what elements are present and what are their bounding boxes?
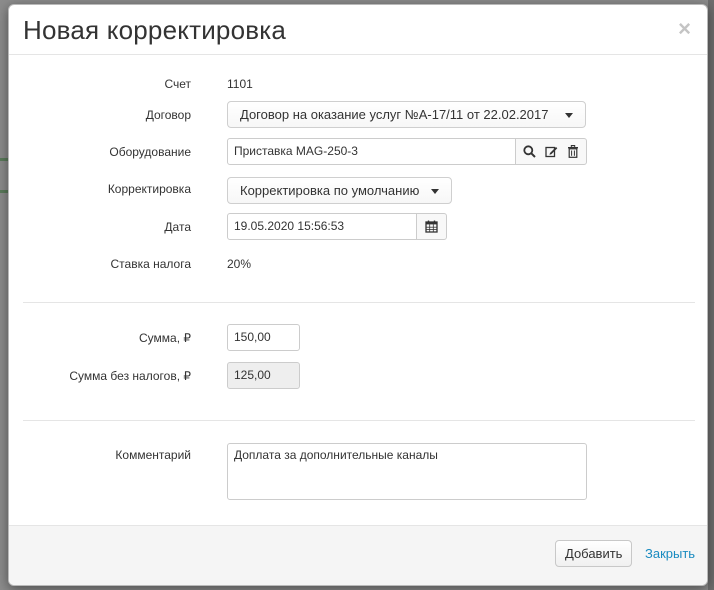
correction-label: Корректировка <box>107 182 191 196</box>
equipment-label: Оборудование <box>109 145 191 159</box>
background-scrollbar <box>708 0 714 590</box>
section-divider <box>23 302 695 303</box>
amount-field[interactable]: 150,00 <box>227 324 300 351</box>
equipment-field[interactable]: Приставка MAG-250-3 <box>227 138 516 165</box>
equipment-field-value: Приставка MAG-250-3 <box>234 144 358 158</box>
comment-label: Комментарий <box>115 448 191 462</box>
add-button[interactable]: Добавить <box>555 540 633 567</box>
dialog-footer: Добавить Закрыть <box>9 525 707 585</box>
date-field[interactable]: 19.05.2020 15:56:53 <box>227 213 417 240</box>
edit-icon[interactable] <box>545 145 558 158</box>
caret-down-icon <box>565 113 573 118</box>
amount-no-tax-label: Сумма без налогов, ₽ <box>69 369 191 383</box>
contract-select-value: Договор на оказание услуг №А-17/11 от 22… <box>240 107 549 122</box>
new-correction-dialog: Новая корректировка × Счет 1101 Договор … <box>8 4 708 586</box>
contract-select[interactable]: Договор на оказание услуг №А-17/11 от 22… <box>227 101 586 128</box>
contract-label: Договор <box>145 108 191 122</box>
close-link[interactable]: Закрыть <box>645 546 695 561</box>
dialog-title: Новая корректировка <box>23 15 287 45</box>
dialog-header: Новая корректировка × <box>9 5 707 55</box>
caret-down-icon <box>431 189 439 194</box>
correction-select[interactable]: Корректировка по умолчанию <box>227 177 452 204</box>
amount-label: Сумма, ₽ <box>138 331 191 345</box>
amount-no-tax-field: 125,00 <box>227 362 300 389</box>
background-accent-mark <box>0 158 8 161</box>
equipment-actions <box>515 138 587 165</box>
section-divider <box>23 420 695 421</box>
trash-icon[interactable] <box>567 145 579 158</box>
search-icon[interactable] <box>523 145 536 158</box>
date-picker-button[interactable] <box>416 213 447 240</box>
background-accent-mark <box>0 190 8 193</box>
date-label: Дата <box>164 220 191 234</box>
account-value: 1101 <box>227 77 253 91</box>
amount-field-value: 150,00 <box>234 330 271 344</box>
tax-rate-label: Ставка налога <box>110 257 192 271</box>
correction-select-value: Корректировка по умолчанию <box>240 183 420 198</box>
date-field-value: 19.05.2020 15:56:53 <box>234 219 345 233</box>
account-label: Счет <box>164 77 191 91</box>
calendar-icon <box>425 220 438 233</box>
close-icon[interactable]: × <box>678 18 691 40</box>
amount-no-tax-value: 125,00 <box>234 368 271 382</box>
comment-textarea[interactable]: Доплата за дополнительные каналы <box>227 443 587 500</box>
tax-rate-value: 20% <box>227 257 252 271</box>
